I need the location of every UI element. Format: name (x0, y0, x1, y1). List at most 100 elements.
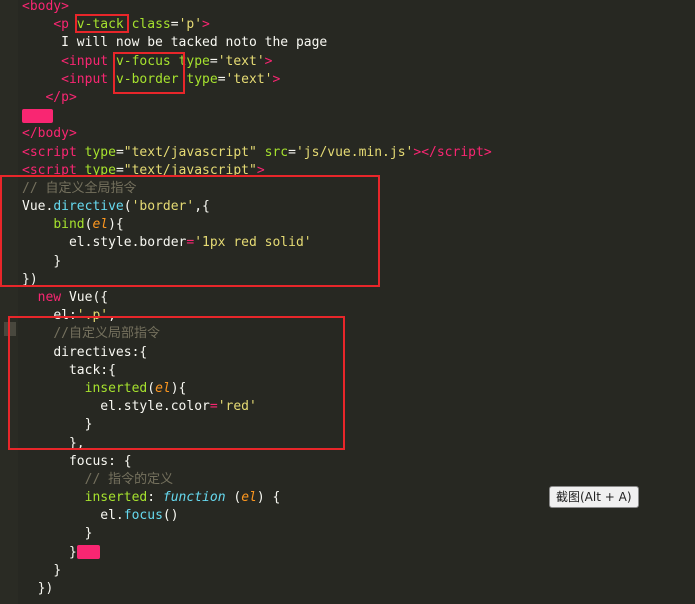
code-token: new (37, 290, 69, 305)
code-token: }) (37, 581, 54, 596)
code-token: v-focus (115, 53, 171, 69)
code-token: .... (22, 108, 54, 125)
code-token: type (178, 53, 210, 69)
code-token: = (170, 17, 179, 33)
code-token: bind (53, 217, 85, 233)
code-token: //自定义局部指令 (53, 326, 160, 342)
code-line: new Vue({ (22, 289, 695, 307)
code-token: ( (147, 380, 156, 396)
code-token: script (436, 144, 484, 160)
code-token: '1px red solid' (194, 235, 312, 251)
code-token: = (115, 162, 124, 178)
code-token: <body> (22, 0, 69, 14)
code-token: el. (100, 508, 124, 524)
code-token: 'p' (178, 17, 203, 33)
code-line: <input v-focus type='text'> (22, 53, 695, 71)
code-line: el.focus() (22, 507, 695, 525)
code-line: <script type="text/javascript"> (22, 162, 695, 180)
code-token: } (68, 544, 77, 560)
code-token: }) (22, 271, 38, 287)
code-token: '.p' (76, 308, 109, 324)
code-token: v-tack (76, 17, 124, 33)
code-token: type (186, 71, 218, 87)
code-line: }, (22, 435, 695, 453)
code-line: } (22, 562, 695, 580)
code-token: type (84, 162, 116, 178)
code-token: el (92, 217, 109, 233)
code-line: el.style.border='1px red solid' (22, 234, 695, 252)
code-token: : (147, 490, 163, 506)
code-token: ,{ (194, 199, 210, 215)
code-token: directives:{ (53, 344, 148, 360)
code-token: type (84, 144, 116, 160)
code-token: = (115, 144, 124, 160)
code-token: } (84, 526, 93, 542)
code-token: inserted (84, 490, 148, 506)
code-token: <p (53, 17, 77, 33)
code-token: () (162, 508, 179, 524)
code-line: tack:{ (22, 362, 695, 380)
line-gutter (0, 0, 18, 604)
code-token: } (53, 253, 62, 269)
code-token: focus: { (68, 453, 132, 469)
code-token: ){ (170, 380, 187, 396)
code-token: v-border (115, 71, 179, 87)
code-token: el (241, 490, 257, 506)
code-line: el:'.p', (22, 307, 695, 325)
code-token: } (84, 417, 93, 433)
code-line: // 自定义全局指令 (22, 180, 695, 198)
code-line: .... (22, 107, 695, 125)
code-line: I will now be tacked noto the page (22, 34, 695, 52)
code-token: 'text' (217, 53, 265, 69)
code-token: > (264, 53, 273, 69)
code-token: 'red' (217, 399, 257, 415)
code-token: I will now be tacked noto the page (61, 35, 328, 51)
code-token: > (272, 71, 281, 87)
code-token: <input (61, 71, 116, 87)
code-token: src (264, 144, 289, 160)
code-token: tack:{ (68, 362, 116, 378)
code-token: Vue({ (68, 290, 109, 305)
code-token: > (256, 162, 265, 178)
code-line: </body> (22, 125, 695, 143)
code-token: <input (61, 53, 116, 69)
code-token: = (288, 144, 296, 160)
code-token: Vue. (22, 199, 54, 215)
code-token: = (209, 53, 218, 69)
current-line-marker (4, 322, 16, 336)
code-token: "text/javascript" (123, 144, 257, 160)
code-token: 'js/vue.min.js' (295, 144, 414, 160)
code-line: focus: { (22, 453, 695, 471)
code-line: } (22, 253, 695, 271)
code-line: <input v-border type='text'> (22, 71, 695, 89)
code-line: //自定义局部指令 (22, 325, 695, 343)
code-token: 'border' (131, 199, 195, 215)
code-token: = (217, 71, 226, 87)
screenshot-tooltip: 截图(Alt + A) (549, 486, 639, 508)
code-token: // 指令的定义 (84, 471, 174, 487)
code-token: // 自定义全局指令 (22, 180, 137, 196)
code-token: > (202, 17, 210, 33)
code-token: el (155, 380, 171, 396)
code-token: el.style.border (68, 235, 187, 251)
code-token: --- (76, 545, 101, 562)
code-token: ) { (256, 490, 281, 506)
code-token: ></ (413, 144, 437, 160)
code-token: ){ (108, 217, 124, 233)
code-line: <p v-tack class='p'> (22, 16, 695, 34)
code-token: function (162, 490, 226, 506)
code-token: el: (53, 308, 77, 324)
code-token: }, (68, 435, 85, 451)
code-line: }--- (22, 544, 695, 562)
code-line: } (22, 416, 695, 434)
code-token: </body> (22, 126, 77, 142)
code-token: <script (22, 162, 85, 178)
code-line: <body> (22, 0, 695, 16)
code-editor[interactable]: <body> <p v-tack class='p'> I will now b… (22, 0, 695, 598)
code-token: directive (53, 199, 124, 215)
code-token: } (53, 562, 62, 578)
code-token: <script (22, 144, 85, 160)
code-line: Vue.directive('border',{ (22, 198, 695, 216)
